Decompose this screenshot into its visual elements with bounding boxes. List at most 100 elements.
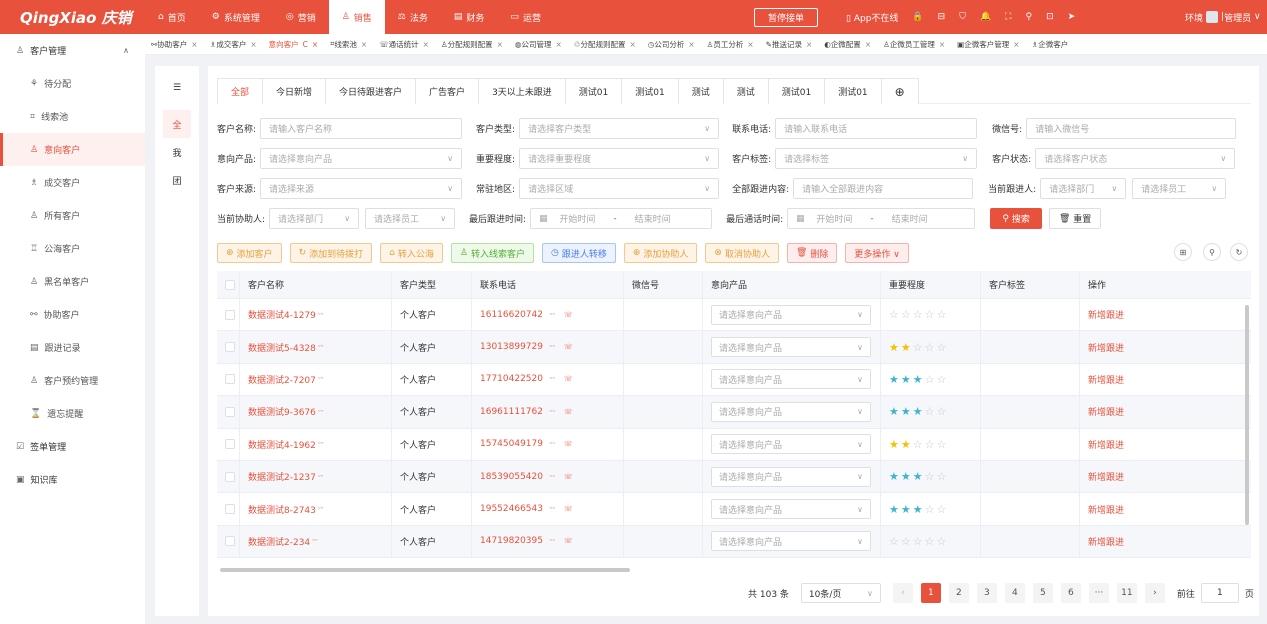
star-icon[interactable]: ☆ xyxy=(937,405,947,418)
nav-item-0[interactable]: ⌂ 首页 xyxy=(145,0,199,34)
star-icon[interactable]: ☆ xyxy=(925,470,935,483)
row-checkbox[interactable] xyxy=(225,309,235,320)
action-button-0[interactable]: ⊕ 添加客户 xyxy=(217,243,282,263)
star-icon[interactable]: ☆ xyxy=(937,438,947,451)
add-follow-link[interactable]: 新增跟进 xyxy=(1088,373,1124,386)
bell-icon[interactable]: 🔔 xyxy=(980,12,991,22)
star-icon[interactable]: ☆ xyxy=(937,373,947,386)
filter-tab-5[interactable]: 测试01 xyxy=(564,78,623,104)
star-icon[interactable]: ☆ xyxy=(937,535,947,548)
close-icon[interactable]: × xyxy=(423,40,429,49)
select-all-checkbox[interactable] xyxy=(217,271,240,298)
nav-item-1[interactable]: ⚙ 系统管理 xyxy=(199,0,273,34)
scope-1[interactable]: 我 xyxy=(163,138,191,166)
filter-tab-6[interactable]: 测试01 xyxy=(621,78,679,104)
star-icon[interactable]: ☆ xyxy=(925,535,935,548)
assistant-employee-select[interactable]: 请选择员工 ∨ xyxy=(365,208,456,229)
phone-number[interactable]: 19552466543 xyxy=(480,504,543,514)
customer-name[interactable]: 数据测试2-1237 xyxy=(248,470,316,483)
grid-icon[interactable]: ⊞ xyxy=(1174,243,1192,261)
product-select[interactable]: 请选择意向产品 ∨ xyxy=(711,401,871,422)
customer-name[interactable]: 数据测试8-2743 xyxy=(248,503,316,516)
star-icon[interactable]: ★ xyxy=(901,405,911,418)
customer-name[interactable]: 数据测试4-1962 xyxy=(248,438,316,451)
star-icon[interactable]: ★ xyxy=(901,373,911,386)
add-follow-link[interactable]: 新增跟进 xyxy=(1088,503,1124,516)
add-follow-link[interactable]: 新增跟进 xyxy=(1088,438,1124,451)
star-icon[interactable]: ☆ xyxy=(925,405,935,418)
star-icon[interactable]: ☆ xyxy=(913,535,923,548)
sidebar-item-10[interactable]: ⌛ 遗忘提醒 xyxy=(0,397,145,430)
inbox-icon[interactable]: ⊡ xyxy=(1046,12,1054,22)
row-checkbox[interactable] xyxy=(225,471,235,482)
fullscreen-icon[interactable]: ⛶ xyxy=(1005,12,1011,22)
close-icon[interactable]: × xyxy=(747,40,753,49)
star-icon[interactable]: ★ xyxy=(889,503,899,516)
table-row[interactable]: 数据测试9-3676 ᵕᵕ 个人客户 16961111762 ᵕᵕ ☏ 请选择意向产品 ∨… xyxy=(217,396,1251,429)
phone-icon[interactable]: ☏ xyxy=(557,408,573,416)
nav-item-3[interactable]: ♙ 销售 xyxy=(328,0,385,34)
star-icon[interactable]: ★ xyxy=(901,503,911,516)
row-checkbox[interactable] xyxy=(225,342,235,353)
star-icon[interactable]: ☆ xyxy=(913,341,923,354)
page-6[interactable]: ··· xyxy=(1088,583,1109,603)
action-button-6[interactable]: ⊗ 取消协助人 xyxy=(705,243,779,263)
table-row[interactable]: 数据测试8-2743 ᵕᵕ 个人客户 19552466543 ᵕᵕ ☏ 请选择意向产品 ∨… xyxy=(217,493,1251,526)
product-select[interactable]: 请选择意向产品 ∨ xyxy=(711,369,871,390)
shirt-icon[interactable]: ⛉ xyxy=(959,12,966,22)
filter-tab-3[interactable]: 广告客户 xyxy=(415,78,480,104)
row-checkbox[interactable] xyxy=(225,439,235,450)
sidebar-item-3[interactable]: ♗ 成交客户 xyxy=(0,166,145,199)
action-button-2[interactable]: ⌂ 转入公海 xyxy=(380,243,443,263)
product-select[interactable]: 请选择意向产品 ∨ xyxy=(711,531,871,552)
lock-icon[interactable]: 🔒 xyxy=(912,12,923,22)
customer-name-cell[interactable]: 数据测试4-1279 ᵕᵕ xyxy=(240,299,392,331)
follower-dept-select[interactable]: 请选择部门 ∨ xyxy=(1040,178,1127,199)
phone-icon[interactable]: ☏ xyxy=(557,505,573,513)
star-icon[interactable]: ☆ xyxy=(913,438,923,451)
source-select[interactable]: 请选择来源 ∨ xyxy=(260,178,463,199)
star-icon[interactable]: ★ xyxy=(889,341,899,354)
customer-name[interactable]: 数据测试5-4328 xyxy=(248,341,316,354)
sidebar-item-5[interactable]: ♖ 公海客户 xyxy=(0,232,145,265)
wechat-icon[interactable]: ᵕᵕ xyxy=(545,343,555,351)
next-page-button[interactable]: › xyxy=(1144,583,1165,603)
table-row[interactable]: 数据测试4-1279 ᵕᵕ 个人客户 16116620742 ᵕᵕ ☏ 请选择意向产品 ∨… xyxy=(217,299,1251,332)
customer-name[interactable]: 数据测试2-7207 xyxy=(248,373,316,386)
star-icon[interactable]: ☆ xyxy=(925,308,935,321)
page-2[interactable]: 3 xyxy=(976,583,997,603)
phone-number[interactable]: 15745049179 xyxy=(480,439,543,449)
star-icon[interactable]: ★ xyxy=(913,503,923,516)
search-icon[interactable]: ⚲ xyxy=(1025,12,1032,22)
sidebar-item-4[interactable]: ♙ 所有客户 xyxy=(0,199,145,232)
star-icon[interactable]: ☆ xyxy=(913,308,923,321)
close-icon[interactable]: × xyxy=(250,40,256,49)
filter-tab-10[interactable]: 测试01 xyxy=(824,78,882,104)
vertical-scrollbar[interactable] xyxy=(1245,305,1249,525)
scope-0[interactable]: 全 xyxy=(163,110,191,138)
action-button-3[interactable]: ♙ 转入线索客户 xyxy=(450,243,534,263)
tab-4[interactable]: ☏ 通话统计 × xyxy=(373,39,435,50)
close-icon[interactable]: × xyxy=(939,40,945,49)
search-icon[interactable]: ⚲ xyxy=(1203,243,1221,261)
star-icon[interactable]: ★ xyxy=(889,405,899,418)
star-icon[interactable]: ☆ xyxy=(937,341,947,354)
customer-name[interactable]: 数据测试2-234 xyxy=(248,535,310,548)
nav-item-4[interactable]: ⚖ 法务 xyxy=(385,0,441,34)
filter-tab-7[interactable]: 测试 xyxy=(677,78,724,104)
nav-item-6[interactable]: ▭ 运营 xyxy=(497,0,554,34)
add-tab-icon[interactable]: ⊕ xyxy=(880,78,919,104)
tab-6[interactable]: ◍ 公司管理 × xyxy=(509,39,568,50)
close-icon[interactable]: × xyxy=(497,40,503,49)
action-button-7[interactable]: 🗑 删除 xyxy=(786,243,838,263)
customer-name[interactable]: 数据测试4-1279 xyxy=(248,308,316,321)
action-button-1[interactable]: ↻ 添加到待拨打 xyxy=(289,243,373,263)
close-icon[interactable]: × xyxy=(688,40,694,49)
product-select[interactable]: 请选择意向产品 ∨ xyxy=(260,148,463,169)
sidebar-item-9[interactable]: ♙ 客户预约管理 xyxy=(0,364,145,397)
filter-tab-2[interactable]: 今日待跟进客户 xyxy=(325,78,417,104)
row-checkbox[interactable] xyxy=(225,536,235,547)
follower-employee-select[interactable]: 请选择员工 ∨ xyxy=(1132,178,1227,199)
phone-icon[interactable]: ☏ xyxy=(557,537,573,545)
pause-orders-button[interactable]: 暂停接单 xyxy=(754,8,818,27)
